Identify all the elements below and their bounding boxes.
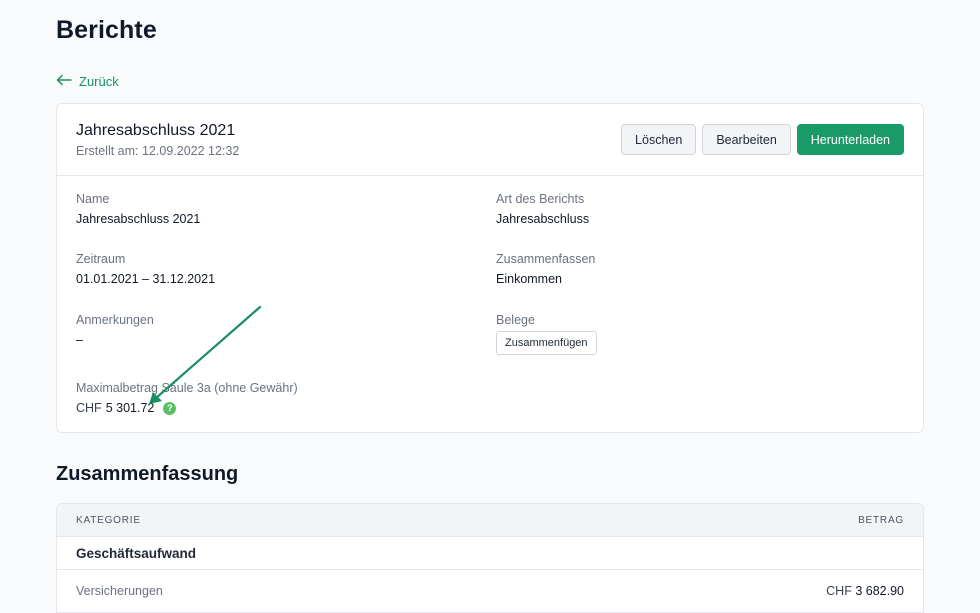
- summary-section-title: Zusammenfassung: [56, 463, 239, 485]
- report-card: Jahresabschluss 2021 Erstellt am: 12.09.…: [56, 103, 924, 433]
- edit-button[interactable]: Bearbeiten: [702, 124, 791, 155]
- field-name: Name Jahresabschluss 2021: [76, 192, 200, 226]
- merge-receipts-button[interactable]: Zusammenfügen: [496, 331, 597, 355]
- delete-button[interactable]: Löschen: [621, 124, 697, 155]
- row-amount-currency: CHF: [826, 584, 852, 598]
- field-report-type-value: Jahresabschluss: [496, 212, 590, 226]
- max-amount-number: 5 301.72: [105, 401, 155, 415]
- field-summarize-label: Zusammenfassen: [496, 252, 596, 266]
- back-link-label: Zurück: [79, 74, 119, 89]
- table-row: Versicherungen CHF 3 682.90: [57, 570, 923, 613]
- field-notes-label: Anmerkungen: [76, 313, 154, 327]
- field-period: Zeitraum 01.01.2021 – 31.12.2021: [76, 252, 215, 286]
- report-created-date: Erstellt am: 12.09.2022 12:32: [76, 144, 240, 158]
- field-period-label: Zeitraum: [76, 252, 126, 266]
- max-amount-value: CHF 5 301.72 ?: [76, 401, 298, 415]
- report-title: Jahresabschluss 2021: [76, 122, 236, 139]
- field-name-label: Name: [76, 192, 110, 206]
- column-header-amount: BETRAG: [858, 514, 904, 526]
- page-title: Berichte: [56, 16, 157, 44]
- arrow-left-icon: [56, 74, 72, 89]
- report-card-header: Jahresabschluss 2021 Erstellt am: 12.09.…: [57, 104, 923, 176]
- summary-group-row: Geschäftsaufwand: [57, 537, 923, 570]
- field-period-value: 01.01.2021 – 31.12.2021: [76, 272, 216, 286]
- download-button[interactable]: Herunterladen: [796, 124, 904, 155]
- field-max-amount-label: Maximalbetrag Säule 3a (ohne Gewähr): [76, 381, 298, 395]
- back-link[interactable]: Zurück: [56, 74, 119, 89]
- field-notes: Anmerkungen –: [76, 313, 154, 347]
- help-circle-icon[interactable]: ?: [163, 401, 177, 415]
- field-receipts: Belege Zusammenfügen: [496, 313, 597, 355]
- field-summarize-value: Einkommen: [496, 272, 562, 286]
- column-header-category: KATEGORIE: [76, 514, 141, 526]
- field-summarize: Zusammenfassen Einkommen: [496, 252, 595, 286]
- summary-table-header: KATEGORIE BETRAG: [57, 504, 923, 537]
- row-amount: CHF 3 682.90: [826, 584, 904, 598]
- field-report-type: Art des Berichts Jahresabschluss: [496, 192, 589, 226]
- field-notes-value: –: [76, 333, 83, 347]
- field-report-type-label: Art des Berichts: [496, 192, 585, 206]
- row-amount-number: 3 682.90: [855, 584, 904, 598]
- row-label: Versicherungen: [76, 584, 163, 598]
- max-amount-currency: CHF: [76, 401, 102, 415]
- field-receipts-label: Belege: [496, 313, 535, 327]
- summary-table: KATEGORIE BETRAG Geschäftsaufwand Versic…: [56, 503, 924, 613]
- report-actions: Löschen Bearbeiten Herunterladen: [621, 124, 904, 155]
- field-name-value: Jahresabschluss 2021: [76, 212, 201, 226]
- field-max-amount: Maximalbetrag Säule 3a (ohne Gewähr) CHF…: [76, 381, 298, 415]
